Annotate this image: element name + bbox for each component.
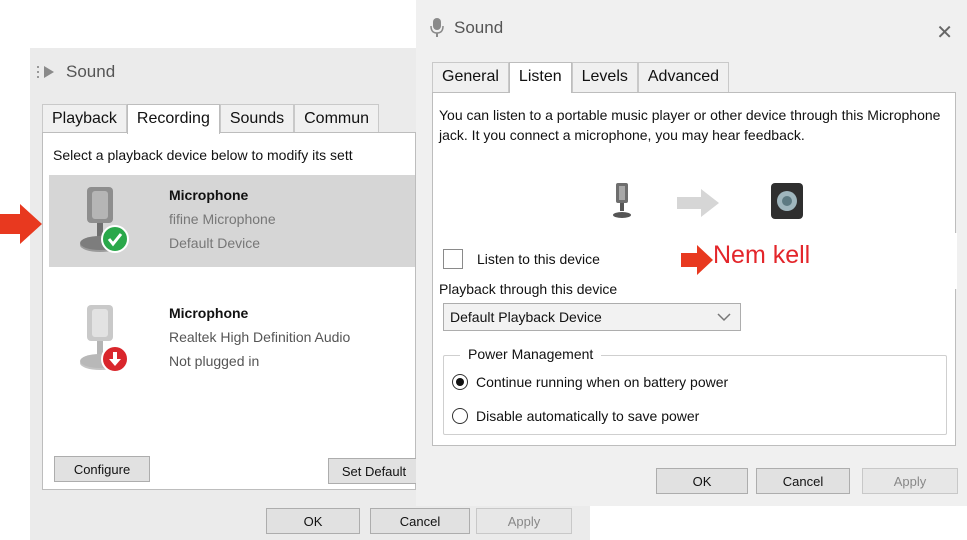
chevron-down-icon <box>716 305 732 337</box>
tab-levels[interactable]: Levels <box>571 62 638 93</box>
ok-button[interactable]: OK <box>656 468 748 494</box>
radio-disable-automatically-label: Disable automatically to save power <box>476 408 700 424</box>
tab-advanced[interactable]: Advanced <box>637 62 730 93</box>
listen-sound-dialog: Sound ✕ General Listen Levels Advanced Y… <box>416 0 967 506</box>
recording-device-panel: Select a playback device below to modify… <box>42 132 416 490</box>
tab-communications[interactable]: Commun <box>294 104 380 133</box>
listen-description: You can listen to a portable music playe… <box>439 107 941 143</box>
tab-playback[interactable]: Playback <box>42 104 127 133</box>
annotation-arrow-icon <box>681 245 713 280</box>
device-row-realtek[interactable]: Microphone Realtek High Definition Audio… <box>49 293 415 385</box>
playback-label: Playback through this device <box>439 281 618 297</box>
listen-dialog-tabs: General Listen Levels Advanced <box>432 62 730 93</box>
power-management-group: Power Management Continue running when o… <box>443 346 947 435</box>
device-name: Microphone <box>169 305 249 321</box>
device-status: Default Device <box>169 235 261 251</box>
pointer-arrow-icon <box>0 204 44 249</box>
radio-continue-running-label: Continue running when on battery power <box>476 374 729 390</box>
ok-button[interactable]: OK <box>266 508 360 534</box>
recording-dialog-title: Sound <box>66 62 116 81</box>
speaker-device-icon <box>769 181 805 226</box>
annotation-box: Nem kell <box>681 233 957 289</box>
listen-checkbox-label: Listen to this device <box>477 251 600 267</box>
recording-dialog-titlebar: Sound <box>36 60 115 84</box>
recording-dialog-tabs: Playback Recording Sounds Commun <box>42 104 380 134</box>
cancel-button[interactable]: Cancel <box>370 508 470 534</box>
device-name: Microphone <box>169 187 249 203</box>
listen-panel: You can listen to a portable music playe… <box>432 92 957 446</box>
radio-continue-running[interactable] <box>452 374 468 390</box>
radio-disable-automatically[interactable] <box>452 408 468 424</box>
tab-recording[interactable]: Recording <box>126 104 220 134</box>
tab-listen[interactable]: Listen <box>508 62 572 93</box>
listen-checkbox[interactable] <box>443 249 463 269</box>
default-check-icon <box>101 225 129 258</box>
apply-button[interactable]: Apply <box>862 468 958 494</box>
microphone-icon <box>430 18 444 38</box>
tab-sounds[interactable]: Sounds <box>219 104 295 133</box>
device-description: Realtek High Definition Audio <box>169 329 351 345</box>
set-default-button[interactable]: Set Default <box>328 458 420 484</box>
tab-general[interactable]: General <box>432 62 509 93</box>
apply-button[interactable]: Apply <box>476 508 572 534</box>
microphone-icon <box>611 181 633 226</box>
annotation-text: Nem kell <box>713 241 811 269</box>
right-arrow-icon <box>677 189 721 222</box>
configure-button[interactable]: Configure <box>54 456 150 482</box>
speaker-icon <box>36 63 58 81</box>
cancel-button[interactable]: Cancel <box>756 468 850 494</box>
playback-device-select[interactable]: Default Playback Device <box>443 303 741 331</box>
device-description: fifine Microphone <box>169 211 276 227</box>
power-management-label: Power Management <box>460 346 602 362</box>
close-icon[interactable]: ✕ <box>936 20 953 45</box>
device-row-fifine[interactable]: Microphone fifine Microphone Default Dev… <box>49 175 415 267</box>
unplugged-arrow-icon <box>101 345 129 378</box>
listen-dialog-title: Sound <box>454 18 504 37</box>
listen-dialog-titlebar: Sound <box>430 18 503 38</box>
device-instruction: Select a playback device below to modify… <box>53 147 353 163</box>
device-status: Not plugged in <box>169 353 260 369</box>
playback-device-value: Default Playback Device <box>450 309 602 325</box>
